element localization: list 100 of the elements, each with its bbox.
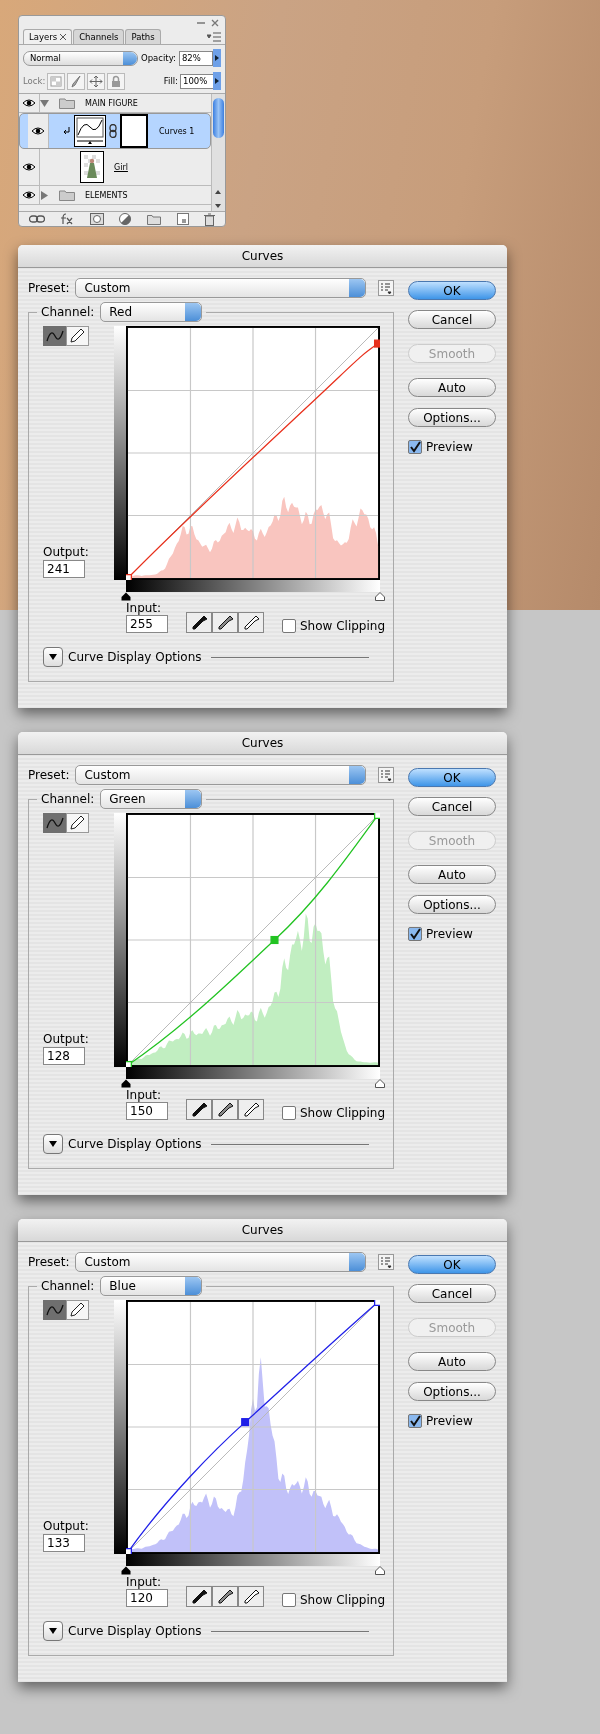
dialog-button[interactable]: Cancel [408, 797, 496, 816]
input-slider-icon[interactable] [375, 592, 385, 601]
preset-select[interactable]: Custom [75, 278, 366, 298]
eye-icon[interactable] [22, 98, 36, 108]
preview-checkbox[interactable]: Preview [408, 440, 496, 454]
fill-field[interactable]: 100% [180, 73, 214, 89]
eyedropper-icon[interactable] [212, 1586, 238, 1607]
curve-tool-icon[interactable] [43, 813, 66, 833]
curve-tool-icon[interactable] [43, 1300, 66, 1320]
disclosure-button[interactable] [43, 1621, 63, 1641]
input-slider-icon[interactable] [121, 1079, 131, 1088]
dialog-button[interactable]: Cancel [408, 1284, 496, 1303]
pencil-icon[interactable] [66, 813, 89, 833]
eyedropper-icon[interactable] [238, 1099, 264, 1120]
eye-icon[interactable] [22, 190, 36, 200]
disclosure-button[interactable] [43, 647, 63, 667]
disclosure-triangle-icon[interactable] [40, 98, 49, 108]
preset-label: Preset: [28, 768, 70, 782]
eyedropper-icon[interactable] [186, 612, 212, 633]
dialog-button[interactable]: Cancel [408, 310, 496, 329]
show-clipping-checkbox[interactable]: Show Clipping [282, 1106, 386, 1120]
disclosure-triangle-icon[interactable] [40, 190, 49, 200]
layer-row[interactable]: Curves 1 [19, 113, 211, 149]
preview-checkbox[interactable]: Preview [408, 1414, 496, 1428]
eyedropper-icon[interactable] [212, 612, 238, 633]
output-field[interactable]: 133 [43, 1534, 85, 1552]
move-icon[interactable] [87, 72, 106, 90]
minimize-icon[interactable] [197, 19, 205, 27]
panel-tab[interactable]: Layers [23, 29, 73, 44]
lock-icon[interactable] [107, 72, 126, 90]
disclosure-button[interactable] [43, 1134, 63, 1154]
eyedropper-icon[interactable] [186, 1586, 212, 1607]
dialog-button[interactable]: Auto [408, 865, 496, 884]
layer-row[interactable]: ELEMENTS [19, 186, 211, 205]
layer-thumbnail-icon [80, 151, 104, 183]
adjustment-layer-icon[interactable] [119, 213, 132, 225]
new-layer-icon[interactable] [176, 213, 189, 225]
curve-display-options-label: Curve Display Options [68, 650, 202, 664]
curve-graph[interactable] [126, 813, 380, 1067]
blend-mode-select[interactable]: Normal [23, 50, 138, 66]
preset-select[interactable]: Custom [75, 1252, 366, 1272]
input-slider-icon[interactable] [375, 1079, 385, 1088]
preset-select[interactable]: Custom [75, 765, 366, 785]
input-field[interactable]: 255 [126, 615, 168, 633]
layer-style-icon[interactable] [60, 213, 75, 225]
panel-menu-icon[interactable] [207, 32, 221, 42]
layer-name: Curves 1 [159, 126, 195, 136]
input-slider-icon[interactable] [121, 1566, 131, 1575]
brush-icon[interactable] [67, 72, 86, 90]
folder-icon[interactable] [147, 213, 162, 225]
scrollbar[interactable] [211, 94, 225, 211]
scrollbar-thumb[interactable] [213, 98, 224, 138]
panel-tab[interactable]: Paths [125, 29, 161, 44]
layer-mask-icon[interactable] [89, 213, 104, 225]
input-field[interactable]: 150 [126, 1102, 168, 1120]
curve-tool-icon[interactable] [43, 326, 66, 346]
dialog-button[interactable]: Options... [408, 408, 496, 427]
close-icon[interactable] [211, 19, 219, 27]
close-icon[interactable] [60, 34, 67, 40]
panel-tab[interactable]: Channels [73, 29, 125, 44]
show-clipping-checkbox[interactable]: Show Clipping [282, 1593, 386, 1607]
link-icon[interactable] [28, 214, 45, 224]
output-field[interactable]: 128 [43, 1047, 85, 1065]
dialog-button[interactable]: OK [408, 768, 496, 787]
curve-graph[interactable] [126, 1300, 380, 1554]
pencil-icon[interactable] [66, 326, 89, 346]
eyedropper-icon[interactable] [238, 1586, 264, 1607]
channel-select[interactable]: Green [100, 789, 203, 809]
channel-select[interactable]: Blue [100, 1276, 203, 1296]
show-clipping-checkbox[interactable]: Show Clipping [282, 619, 386, 633]
preset-menu-icon[interactable] [378, 767, 394, 783]
dialog-button[interactable]: Auto [408, 1352, 496, 1371]
channel-select[interactable]: Red [100, 302, 203, 322]
dialog-button[interactable]: OK [408, 1255, 496, 1274]
scroll-arrows-icon[interactable] [214, 189, 222, 209]
opacity-field[interactable]: 82% [178, 50, 213, 66]
input-label: Input: [126, 1088, 163, 1102]
preset-menu-icon[interactable] [378, 280, 394, 296]
trash-icon[interactable] [204, 212, 216, 226]
dialog-button[interactable]: Auto [408, 378, 496, 397]
pencil-icon[interactable] [66, 1300, 89, 1320]
input-slider-icon[interactable] [121, 592, 131, 601]
dialog-button[interactable]: Options... [408, 895, 496, 914]
eyedropper-icon[interactable] [212, 1099, 238, 1120]
preset-menu-icon[interactable] [378, 1254, 394, 1270]
preview-checkbox[interactable]: Preview [408, 927, 496, 941]
dialog-button[interactable]: OK [408, 281, 496, 300]
input-slider-icon[interactable] [375, 1566, 385, 1575]
layer-row[interactable]: Girl [19, 149, 211, 186]
eye-icon[interactable] [31, 126, 45, 136]
eyedropper-icon[interactable] [238, 612, 264, 633]
eyedropper-icon[interactable] [186, 1099, 212, 1120]
opacity-label: Opacity: [141, 53, 176, 63]
eye-icon[interactable] [22, 162, 36, 172]
curves-thumbnail-icon [74, 115, 106, 147]
dialog-button[interactable]: Options... [408, 1382, 496, 1401]
curve-graph[interactable] [126, 326, 380, 580]
input-field[interactable]: 120 [126, 1589, 168, 1607]
output-field[interactable]: 241 [43, 560, 85, 578]
output-label: Output: [43, 545, 90, 559]
